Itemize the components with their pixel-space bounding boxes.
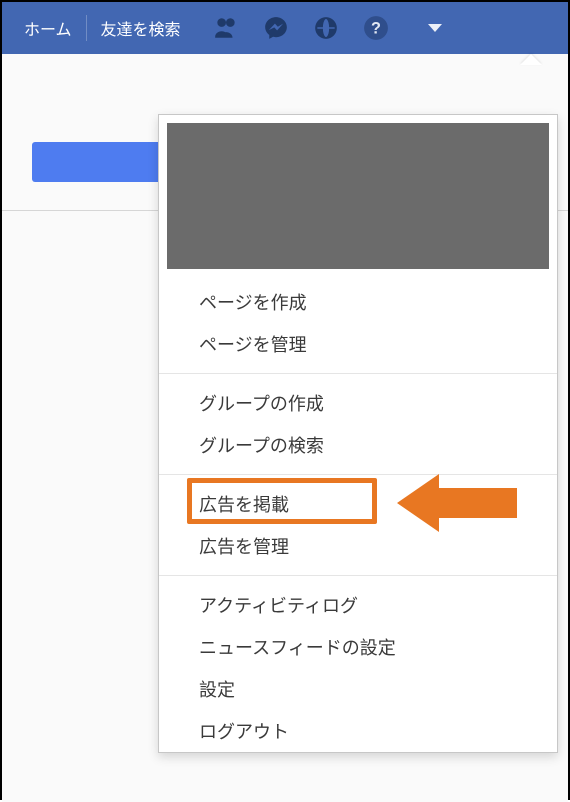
page-body: ページを作成 ページを管理 グループの作成 グループの検索 広告を掲載 広告を管… <box>2 54 568 802</box>
svg-text:?: ? <box>371 19 381 37</box>
help-icon[interactable]: ? <box>363 15 389 41</box>
menu-create-ad[interactable]: 広告を掲載 <box>159 483 557 525</box>
menu-separator <box>159 474 557 475</box>
menu-create-group[interactable]: グループの作成 <box>159 382 557 424</box>
menu-find-groups[interactable]: グループの検索 <box>159 424 557 466</box>
chevron-down-icon <box>428 24 442 32</box>
navbar-icon-group: ? <box>213 2 457 54</box>
messenger-icon[interactable] <box>263 15 289 41</box>
dropdown-pointer <box>520 54 542 65</box>
menu-separator <box>159 373 557 374</box>
menu-logout[interactable]: ログアウト <box>159 710 557 752</box>
dropdown-preview-panel <box>167 123 549 269</box>
menu-create-page[interactable]: ページを作成 <box>159 281 557 323</box>
nav-home[interactable]: ホーム <box>10 2 86 54</box>
menu-settings[interactable]: 設定 <box>159 668 557 710</box>
account-menu-toggle[interactable] <box>413 2 457 54</box>
menu-newsfeed-prefs[interactable]: ニュースフィードの設定 <box>159 626 557 668</box>
menu-manage-pages[interactable]: ページを管理 <box>159 323 557 365</box>
nav-find-friends[interactable]: 友達を検索 <box>87 2 195 54</box>
menu-activity-log[interactable]: アクティビティログ <box>159 584 557 626</box>
account-dropdown: ページを作成 ページを管理 グループの作成 グループの検索 広告を掲載 広告を管… <box>158 114 558 753</box>
notifications-icon[interactable] <box>313 15 339 41</box>
top-navbar: ホーム 友達を検索 ? <box>2 2 568 54</box>
friend-requests-icon[interactable] <box>213 15 239 41</box>
menu-separator <box>159 575 557 576</box>
menu-manage-ads[interactable]: 広告を管理 <box>159 525 557 567</box>
